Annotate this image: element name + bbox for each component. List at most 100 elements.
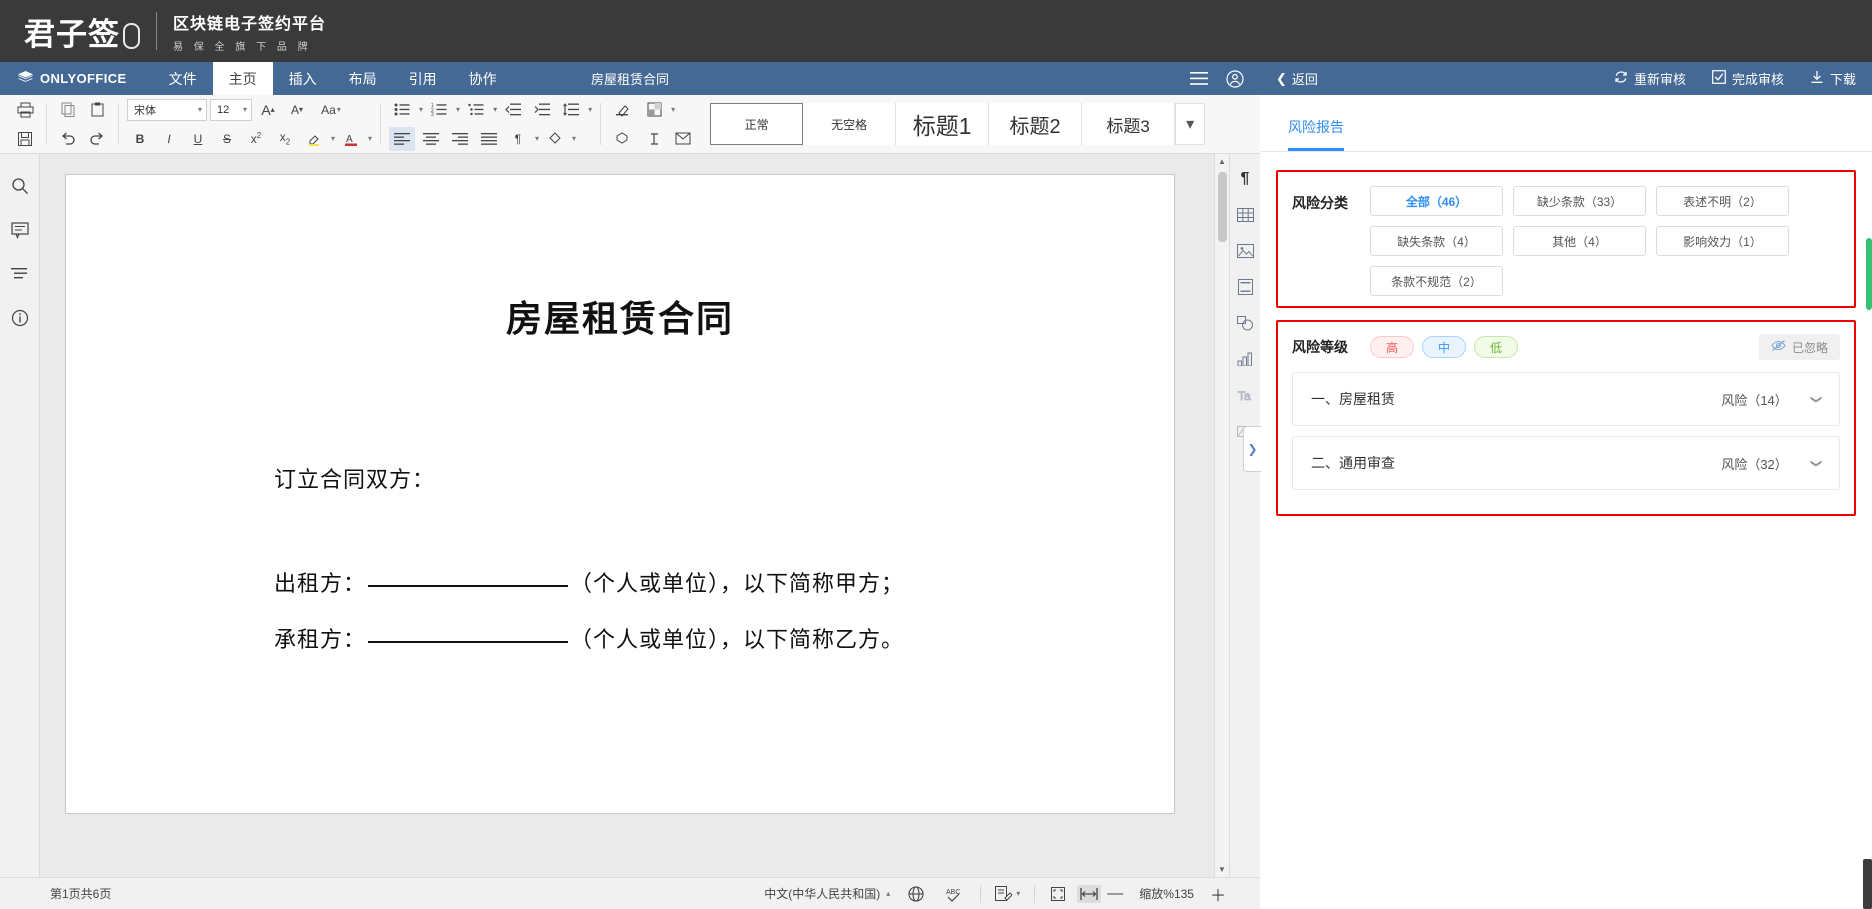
tab-file[interactable]: 文件: [153, 62, 213, 95]
document-canvas[interactable]: 房屋租赁合同 订立合同双方： 出租方：（个人或单位），以下简称甲方； 承租方：（…: [40, 154, 1229, 877]
chip-nonstandard-terms[interactable]: 条款不规范（2）: [1370, 266, 1503, 296]
chevron-down-icon-8[interactable]: ▾: [493, 105, 497, 114]
header-footer-settings-icon[interactable]: [1233, 276, 1257, 298]
bullet-list-icon[interactable]: [389, 98, 415, 122]
risk-pill-medium[interactable]: 中: [1422, 336, 1466, 358]
risk-pill-high[interactable]: 高: [1370, 336, 1414, 358]
copy-style-icon[interactable]: [609, 127, 635, 151]
save-icon[interactable]: [12, 127, 38, 151]
spellcheck-icon[interactable]: ABC: [946, 886, 966, 902]
search-icon[interactable]: [6, 172, 34, 200]
style-heading-3[interactable]: 标题3: [1082, 103, 1175, 145]
image-settings-icon[interactable]: [1233, 240, 1257, 262]
chevron-down-icon-9[interactable]: ▾: [588, 105, 592, 114]
tab-risk-report[interactable]: 风险报告: [1288, 117, 1344, 151]
superscript-button[interactable]: x2: [243, 127, 269, 151]
scroll-down-arrow-icon[interactable]: ▼: [1218, 862, 1226, 877]
download-button[interactable]: 下载: [1810, 69, 1856, 88]
navigation-headings-icon[interactable]: [6, 260, 34, 288]
comments-icon[interactable]: [6, 216, 34, 244]
chip-absent-terms[interactable]: 缺失条款（4）: [1370, 226, 1503, 256]
back-button[interactable]: ❮ 返回: [1276, 69, 1318, 88]
shading-color-icon[interactable]: [542, 127, 568, 151]
chevron-down-icon-5[interactable]: ▾: [368, 134, 372, 143]
page-scroll-indicator-dark[interactable]: [1863, 859, 1872, 909]
bold-button[interactable]: B: [127, 127, 153, 151]
chevron-down-icon-4[interactable]: ▾: [331, 134, 335, 143]
zoom-in-button[interactable]: ＋: [1204, 882, 1232, 906]
print-icon[interactable]: [12, 98, 38, 122]
complete-review-button[interactable]: 完成审核: [1712, 69, 1784, 88]
language-selector[interactable]: 中文(中华人民共和国) ▴: [764, 885, 890, 902]
chevron-down-icon-section-1[interactable]: ❯: [1810, 394, 1823, 403]
chart-settings-icon[interactable]: [1233, 348, 1257, 370]
style-heading-1[interactable]: 标题1: [896, 103, 989, 145]
chevron-down-icon-7[interactable]: ▾: [456, 105, 460, 114]
expand-right-panel-icon[interactable]: ❯: [1243, 426, 1261, 472]
style-gallery-expand-icon[interactable]: ▾: [1175, 103, 1205, 145]
paste-icon[interactable]: [84, 98, 110, 122]
numbered-list-icon[interactable]: 123: [426, 98, 452, 122]
info-icon[interactable]: [6, 304, 34, 332]
tab-home[interactable]: 主页: [213, 62, 273, 95]
ignored-button[interactable]: 已忽略: [1759, 334, 1840, 360]
mail-merge-icon[interactable]: [670, 127, 696, 151]
chip-missing-terms[interactable]: 缺少条款（33）: [1513, 186, 1646, 216]
globe-icon[interactable]: [908, 886, 924, 902]
tab-layout[interactable]: 布局: [333, 62, 393, 95]
chevron-down-icon-12[interactable]: ▾: [671, 105, 675, 114]
fit-width-icon[interactable]: [1077, 885, 1101, 903]
hamburger-menu-icon[interactable]: [1190, 72, 1208, 85]
align-right-icon[interactable]: [447, 127, 473, 151]
document-page[interactable]: 房屋租赁合同 订立合同双方： 出租方：（个人或单位），以下简称甲方； 承租方：（…: [65, 174, 1175, 814]
paragraph-settings-icon[interactable]: ¶: [1233, 168, 1257, 190]
shape-settings-icon[interactable]: [1233, 312, 1257, 334]
undo-icon[interactable]: [55, 127, 81, 151]
style-normal[interactable]: 正常: [710, 103, 803, 145]
show-formatting-marks-icon[interactable]: ¶: [505, 127, 531, 151]
multilevel-list-icon[interactable]: [463, 98, 489, 122]
align-justify-icon[interactable]: [476, 127, 502, 151]
change-case-button[interactable]: Aa▾: [313, 98, 349, 122]
underline-button[interactable]: U: [185, 127, 211, 151]
fit-page-icon[interactable]: [1049, 886, 1067, 902]
tab-insert[interactable]: 插入: [273, 62, 333, 95]
align-center-icon[interactable]: [418, 127, 444, 151]
select-all-icon[interactable]: [641, 127, 667, 151]
tab-references[interactable]: 引用: [393, 62, 453, 95]
chevron-down-icon-11[interactable]: ▾: [572, 134, 576, 143]
subscript-button[interactable]: x2: [272, 127, 298, 151]
chip-other[interactable]: 其他（4）: [1513, 226, 1646, 256]
tab-collaboration[interactable]: 协作: [453, 62, 513, 95]
chevron-down-icon-13[interactable]: ▾: [1016, 889, 1020, 898]
scrollbar-thumb[interactable]: [1218, 172, 1227, 242]
re-review-button[interactable]: 重新审核: [1614, 69, 1686, 88]
line-spacing-icon[interactable]: [558, 98, 584, 122]
chip-all[interactable]: 全部（46）: [1370, 186, 1503, 216]
decrease-indent-icon[interactable]: [500, 98, 526, 122]
document-vertical-scrollbar[interactable]: ▲ ▼: [1214, 154, 1229, 877]
chevron-down-icon-6[interactable]: ▾: [419, 105, 423, 114]
style-heading-2[interactable]: 标题2: [989, 103, 1082, 145]
increase-indent-icon[interactable]: [529, 98, 555, 122]
italic-button[interactable]: I: [156, 127, 182, 151]
strikethrough-button[interactable]: S: [214, 127, 240, 151]
zoom-out-button[interactable]: —: [1101, 885, 1129, 903]
risk-pill-low[interactable]: 低: [1474, 336, 1518, 358]
chip-affects-validity[interactable]: 影响效力（1）: [1656, 226, 1789, 256]
chip-unclear-statement[interactable]: 表述不明（2）: [1656, 186, 1789, 216]
risk-section-1[interactable]: 一、房屋租赁 风险（14） ❯: [1292, 372, 1840, 426]
font-color-icon[interactable]: A: [338, 127, 364, 151]
track-changes-icon[interactable]: [995, 886, 1012, 902]
chevron-down-icon-10[interactable]: ▾: [535, 134, 539, 143]
redo-icon[interactable]: [84, 127, 110, 151]
page-color-icon[interactable]: [641, 98, 667, 122]
style-no-spacing[interactable]: 无空格: [803, 103, 896, 145]
align-left-icon[interactable]: [389, 127, 415, 151]
scroll-up-arrow-icon[interactable]: ▲: [1218, 154, 1226, 169]
page-scroll-indicator-green[interactable]: [1866, 238, 1872, 310]
copy-icon[interactable]: [55, 98, 81, 122]
increase-font-size-button[interactable]: A▴: [255, 98, 281, 122]
risk-section-2[interactable]: 二、通用审查 风险（32） ❯: [1292, 436, 1840, 490]
clear-formatting-icon[interactable]: [609, 98, 635, 122]
